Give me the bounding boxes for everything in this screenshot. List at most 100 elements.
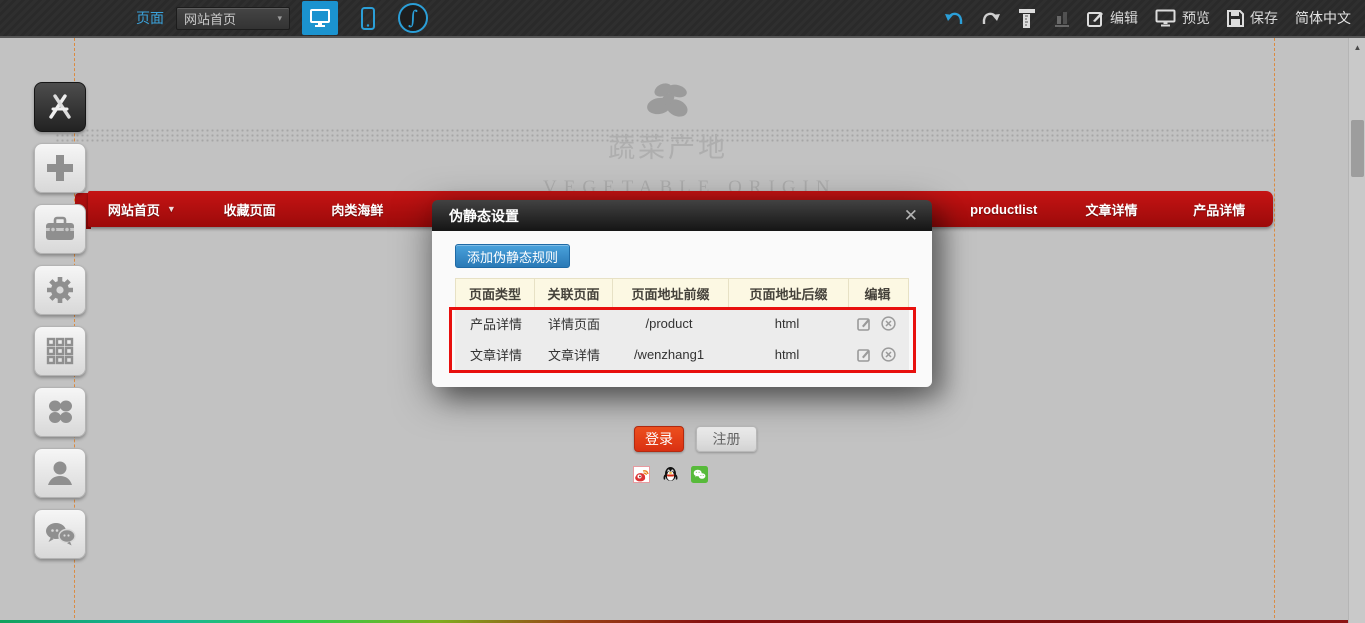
toolbar-right-group: 编辑 预览 保存 简体中文 bbox=[944, 0, 1351, 36]
delete-row-icon[interactable] bbox=[881, 316, 896, 331]
table-rows: 产品详情 详情页面 /product html 文章详情 bbox=[455, 308, 909, 370]
dialog-body: 添加伪静态规则 页面类型 关联页面 页面地址前缀 页面地址后缀 编辑 产品详情 … bbox=[432, 231, 932, 387]
cell-linked-page: 详情页面 bbox=[533, 314, 611, 333]
dialog-title: 伪静态设置 bbox=[449, 206, 519, 226]
preview-label: 预览 bbox=[1182, 8, 1210, 28]
top-toolbar: 页面 网站首页 ▾ ∫ bbox=[0, 0, 1365, 38]
chevron-down-icon: ▾ bbox=[277, 13, 282, 24]
edit-row-icon[interactable] bbox=[857, 348, 871, 362]
delete-row-icon[interactable] bbox=[881, 347, 896, 362]
dialog-titlebar[interactable]: 伪静态设置 ✕ bbox=[432, 200, 932, 231]
rules-table: 页面类型 关联页面 页面地址前缀 页面地址后缀 编辑 产品详情 详情页面 /pr… bbox=[455, 278, 909, 370]
col-header-prefix: 页面地址前缀 bbox=[612, 279, 728, 307]
nav-item[interactable]: productlist bbox=[950, 191, 1058, 227]
sidebar-item-design-tools[interactable] bbox=[34, 82, 86, 132]
nav-item[interactable]: 文章详情 bbox=[1058, 191, 1166, 227]
qq-icon[interactable] bbox=[662, 466, 679, 483]
redo-button[interactable] bbox=[981, 11, 1001, 26]
table-row: 产品详情 详情页面 /product html bbox=[455, 308, 909, 339]
sidebar-item-toolbox[interactable] bbox=[34, 204, 86, 254]
save-button[interactable]: 保存 bbox=[1227, 8, 1278, 28]
sidebar-item-grid-modules[interactable] bbox=[34, 326, 86, 376]
login-button[interactable]: 登录 bbox=[634, 426, 684, 452]
col-header-edit: 编辑 bbox=[848, 279, 906, 307]
plus-icon bbox=[45, 153, 75, 183]
language-switcher[interactable]: 简体中文 bbox=[1295, 8, 1351, 28]
sidebar-item-wechat[interactable] bbox=[34, 509, 86, 559]
nav-item[interactable]: 收藏页面 bbox=[196, 191, 304, 227]
stats-button[interactable] bbox=[1054, 9, 1070, 27]
nav-item-label: 文章详情 bbox=[1085, 200, 1137, 219]
col-header-suffix: 页面地址后缀 bbox=[728, 279, 848, 307]
wechat-icon[interactable] bbox=[691, 466, 708, 483]
redo-icon bbox=[981, 11, 1001, 26]
toolbox-icon bbox=[44, 215, 76, 243]
ruler-icon bbox=[1018, 8, 1037, 29]
scrollbar-thumb[interactable] bbox=[1351, 120, 1364, 177]
mobile-icon bbox=[361, 7, 375, 30]
pseudo-static-dialog: 伪静态设置 ✕ 添加伪静态规则 页面类型 关联页面 页面地址前缀 页面地址后缀 … bbox=[432, 200, 932, 387]
register-button[interactable]: 注册 bbox=[696, 426, 757, 452]
stats-icon bbox=[1054, 9, 1070, 27]
page-selector-value: 网站首页 bbox=[184, 9, 236, 28]
nav-item-label: 网站首页 bbox=[108, 200, 160, 219]
undo-icon bbox=[944, 11, 964, 26]
col-header-page-type: 页面类型 bbox=[456, 279, 534, 307]
layout-guide-right bbox=[1274, 38, 1275, 623]
nav-item-label: productlist bbox=[970, 202, 1037, 217]
scrollbar[interactable]: ▲ bbox=[1348, 38, 1365, 623]
desktop-view-button[interactable] bbox=[302, 1, 338, 35]
nav-item-label: 肉类海鲜 bbox=[331, 200, 383, 219]
save-label: 保存 bbox=[1250, 8, 1278, 28]
person-icon bbox=[45, 458, 75, 488]
save-floppy-icon bbox=[1227, 10, 1244, 27]
cell-prefix: /product bbox=[611, 316, 727, 331]
sidebar-item-add-module[interactable] bbox=[34, 143, 86, 193]
sidebar-item-apps[interactable] bbox=[34, 387, 86, 437]
logo-title: 蔬菜产地 bbox=[543, 126, 793, 165]
add-rule-button[interactable]: 添加伪静态规则 bbox=[455, 244, 570, 268]
cell-page-type: 文章详情 bbox=[455, 345, 533, 364]
social-links bbox=[633, 466, 708, 483]
vegetable-logo-icon bbox=[637, 78, 699, 124]
toolbar-left-group: 页面 网站首页 ▾ ∫ bbox=[136, 0, 428, 36]
clover-icon bbox=[46, 398, 74, 426]
nav-item-label: 收藏页面 bbox=[224, 200, 276, 219]
nav-item-label: 产品详情 bbox=[1193, 200, 1245, 219]
table-header-row: 页面类型 关联页面 页面地址前缀 页面地址后缀 编辑 bbox=[455, 278, 909, 308]
cell-page-type: 产品详情 bbox=[455, 314, 533, 333]
table-row: 文章详情 文章详情 /wenzhang1 html bbox=[455, 339, 909, 370]
col-header-linked-page: 关联页面 bbox=[534, 279, 612, 307]
gear-icon bbox=[44, 274, 76, 306]
builder-logo-icon[interactable]: ∫ bbox=[398, 3, 428, 33]
edit-pencil-icon bbox=[1087, 10, 1104, 27]
undo-button[interactable] bbox=[944, 11, 964, 26]
sidebar-item-member[interactable] bbox=[34, 448, 86, 498]
page-label: 页面 bbox=[136, 8, 164, 28]
scroll-up-arrow[interactable]: ▲ bbox=[1349, 43, 1365, 52]
site-logo: 蔬菜产地 VEGETABLE ORIGIN bbox=[543, 78, 793, 199]
sidebar-item-settings[interactable] bbox=[34, 265, 86, 315]
ruler-button[interactable] bbox=[1018, 8, 1037, 29]
cell-suffix: html bbox=[727, 347, 847, 362]
cell-suffix: html bbox=[727, 316, 847, 331]
desktop-icon bbox=[309, 8, 331, 28]
preview-button[interactable]: 预览 bbox=[1155, 8, 1210, 28]
chevron-down-icon: ▼ bbox=[167, 204, 176, 214]
edit-mode-label: 编辑 bbox=[1110, 8, 1138, 28]
page-selector-dropdown[interactable]: 网站首页 ▾ bbox=[176, 7, 290, 30]
nav-item[interactable]: 产品详情 bbox=[1165, 191, 1273, 227]
cell-linked-page: 文章详情 bbox=[533, 345, 611, 364]
preview-monitor-icon bbox=[1155, 9, 1176, 27]
nav-item-home[interactable]: 网站首页 ▼ bbox=[88, 191, 196, 227]
chat-bubbles-icon bbox=[43, 520, 77, 548]
edit-mode-button[interactable]: 编辑 bbox=[1087, 8, 1138, 28]
edit-row-icon[interactable] bbox=[857, 317, 871, 331]
design-tools-icon bbox=[45, 92, 75, 122]
cell-prefix: /wenzhang1 bbox=[611, 347, 727, 362]
nav-item[interactable]: 肉类海鲜 bbox=[303, 191, 411, 227]
close-icon[interactable]: ✕ bbox=[904, 207, 918, 224]
mobile-view-button[interactable] bbox=[350, 1, 386, 35]
weibo-icon[interactable] bbox=[633, 466, 650, 483]
grid-icon bbox=[46, 337, 74, 365]
